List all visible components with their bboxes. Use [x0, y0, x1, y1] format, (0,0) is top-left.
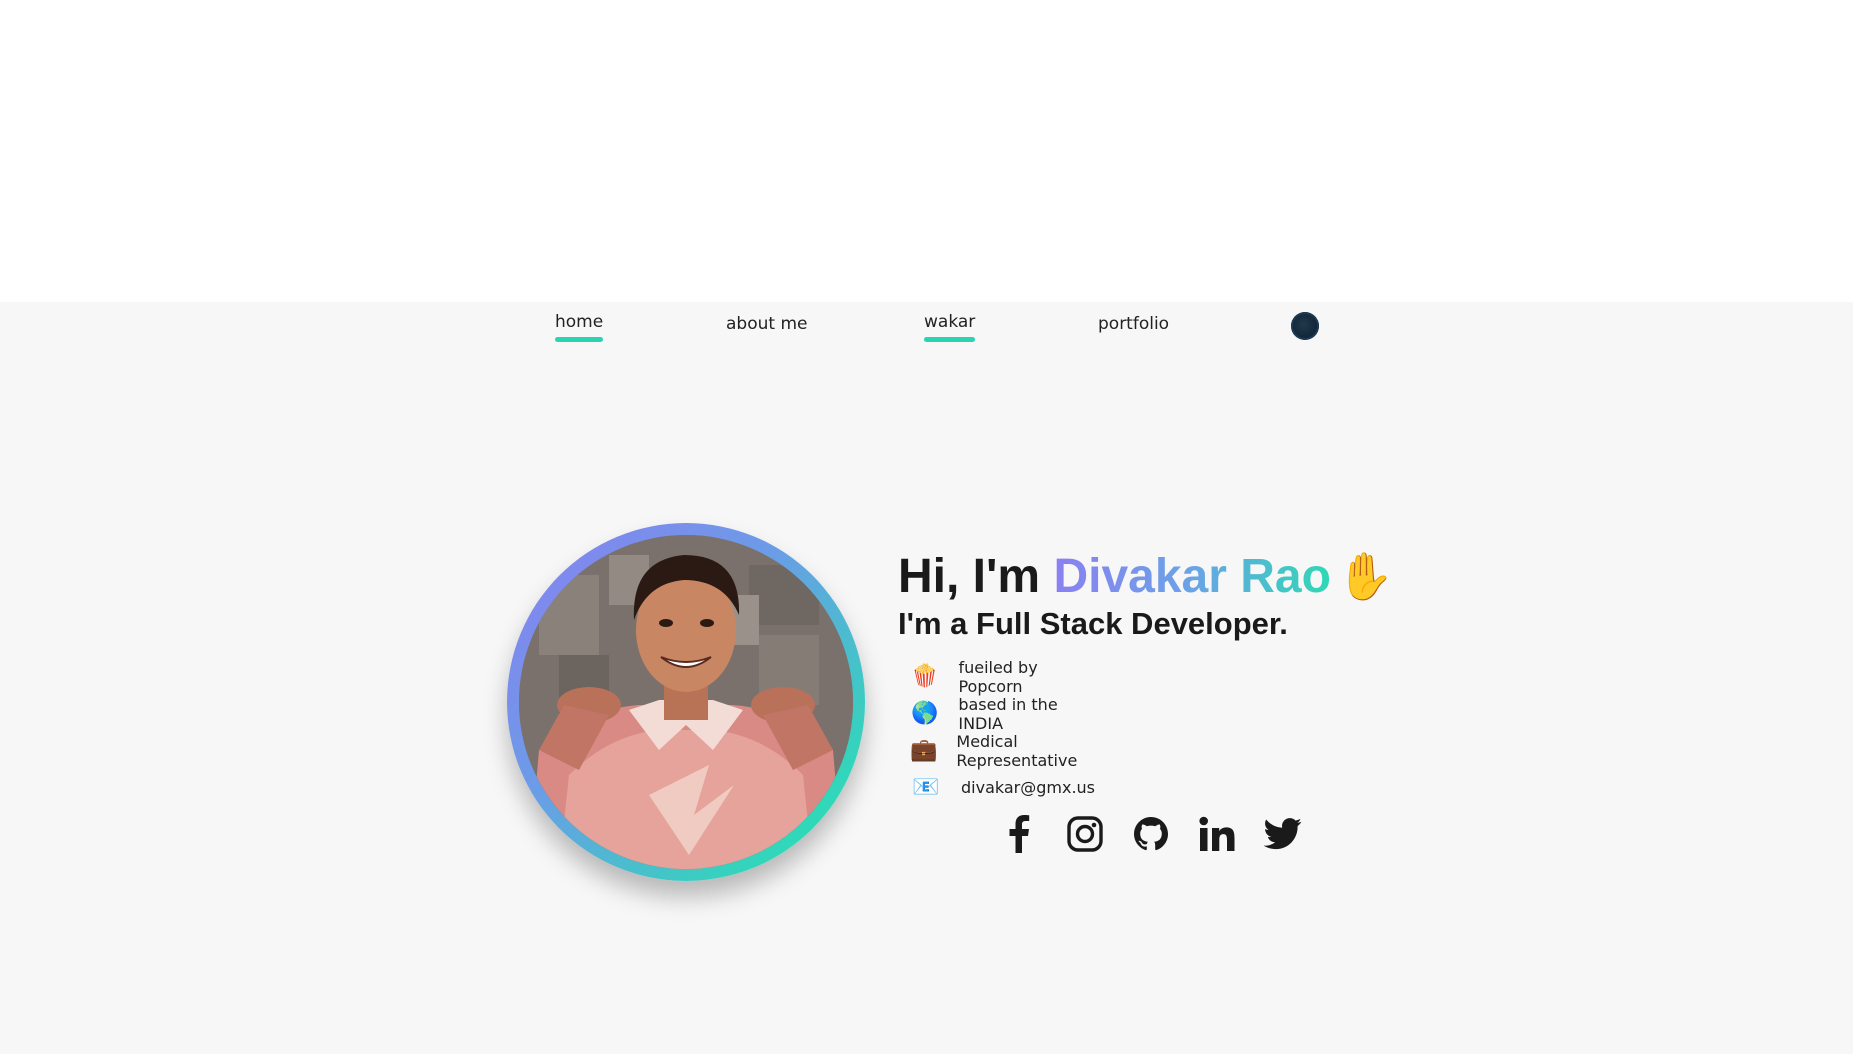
twitter-icon[interactable]	[1250, 812, 1316, 856]
briefcase-icon: 💼	[910, 738, 938, 763]
popcorn-icon: 🍿	[911, 664, 939, 689]
navbar: home about me wakar portfolio	[0, 302, 1853, 362]
fact-text: Medical Representative	[956, 731, 1078, 770]
fact-text[interactable]: divakar@gmx.us	[961, 778, 1095, 797]
instagram-icon[interactable]	[1052, 812, 1118, 856]
nav-item-wakar[interactable]: wakar	[924, 312, 976, 342]
fact-text: based in the INDIA	[958, 694, 1058, 733]
nav-item-home[interactable]: home	[555, 312, 604, 342]
linkedin-icon[interactable]	[1184, 812, 1250, 856]
fact-item: 🌎 based in the INDIA	[910, 694, 1095, 733]
nav-item-portfolio[interactable]: portfolio	[1098, 314, 1169, 344]
avatar	[519, 535, 853, 869]
hero-role: I'm a Full Stack Developer.	[898, 606, 1288, 641]
hero-greeting: Hi, I'm Divakar Rao ✋	[898, 546, 1394, 607]
avatar-illustration	[519, 535, 853, 869]
avatar-ring	[507, 523, 865, 881]
dark-mode-toggle-icon[interactable]	[1291, 312, 1319, 340]
fact-text: fueiled by Popcorn	[958, 657, 1038, 696]
wave-hand-icon: ✋	[1336, 550, 1395, 602]
fact-list: 🍿 fueiled by Popcorn 🌎 based in the INDI…	[910, 658, 1095, 806]
page: home about me wakar portfolio Hi, I'm Di…	[0, 302, 1853, 1054]
top-blank-area	[0, 0, 1853, 302]
fact-item: 💼 Medical Representative	[910, 731, 1095, 770]
social-links	[986, 812, 1316, 856]
facebook-icon[interactable]	[986, 812, 1052, 856]
email-icon: 📧	[912, 775, 940, 800]
fact-item: 📧 divakar@gmx.us	[910, 769, 1095, 806]
fact-item: 🍿 fueiled by Popcorn	[910, 657, 1095, 696]
github-icon[interactable]	[1118, 812, 1184, 856]
hero-name: Divakar Rao	[1053, 550, 1331, 603]
globe-icon: 🌎	[910, 701, 939, 726]
greeting-prefix: Hi, I'm	[898, 550, 1054, 603]
nav-item-about-me[interactable]: about me	[726, 314, 807, 344]
